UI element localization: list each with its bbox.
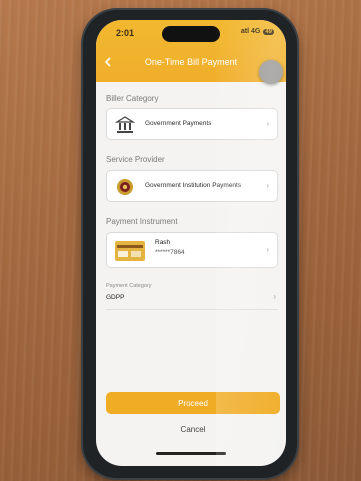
chevron-right-icon: › bbox=[266, 245, 269, 254]
chevron-right-icon: › bbox=[266, 181, 269, 190]
app-header: 2:01 atl 4G 49 One-Time Bill Payment bbox=[96, 20, 286, 82]
page-title: One-Time Bill Payment bbox=[144, 57, 238, 67]
status-time: 2:01 bbox=[116, 28, 135, 38]
emblem-icon bbox=[115, 177, 135, 197]
assistive-touch-button[interactable] bbox=[259, 60, 283, 84]
divider bbox=[106, 309, 278, 310]
dynamic-island bbox=[162, 26, 220, 42]
card-icon bbox=[115, 241, 145, 261]
service-provider-label: Service Provider bbox=[106, 155, 165, 164]
cancel-button[interactable]: Cancel bbox=[106, 422, 280, 438]
card-holder-name: Rash bbox=[155, 239, 171, 246]
service-provider-selector[interactable]: Government Institution Payments › bbox=[106, 170, 278, 202]
app-screen: 2:01 atl 4G 49 One-Time Bill Payment Bil… bbox=[96, 20, 286, 466]
signal-indicator: atl 4G bbox=[240, 28, 261, 35]
status-icons: atl 4G 49 bbox=[241, 28, 274, 35]
service-provider-value: Government Institution Payments bbox=[145, 182, 242, 189]
chevron-right-icon: › bbox=[266, 119, 269, 128]
biller-category-selector[interactable]: Government Payments › bbox=[106, 108, 278, 140]
payment-instrument-label: Payment Instrument bbox=[106, 217, 178, 226]
home-indicator bbox=[156, 452, 226, 455]
biller-category-value: Government Payments bbox=[145, 120, 212, 127]
masked-card-number: ******7864 bbox=[155, 249, 185, 256]
proceed-button[interactable]: Proceed bbox=[106, 392, 280, 414]
payment-instrument-selector[interactable]: Rash ******7864 › bbox=[106, 232, 278, 268]
biller-category-label: Biller Category bbox=[106, 94, 159, 103]
payment-category-selector[interactable]: GDPP bbox=[106, 294, 124, 301]
bank-icon bbox=[114, 115, 136, 135]
battery-icon: 49 bbox=[263, 28, 274, 35]
payment-category-label: Payment Category bbox=[106, 283, 152, 289]
chevron-right-icon: › bbox=[273, 292, 276, 301]
